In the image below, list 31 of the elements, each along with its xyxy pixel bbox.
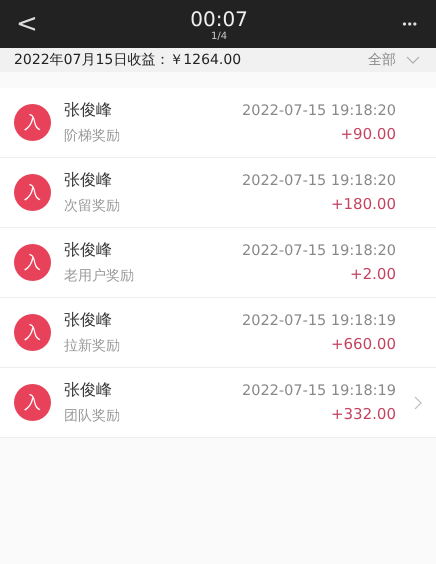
record-time: 2022-07-15 19:18:19 — [242, 312, 396, 328]
income-badge: 入 — [14, 244, 51, 281]
income-badge: 入 — [14, 384, 51, 421]
back-button[interactable]: < — [12, 9, 42, 39]
record-amount: +332.00 — [330, 404, 396, 422]
page-counter: 1/4 — [211, 30, 228, 42]
chevron-down-icon — [406, 56, 420, 64]
person-name: 张俊峰 — [64, 310, 112, 331]
record-time: 2022-07-15 19:18:20 — [242, 172, 396, 188]
reward-type: 次留奖励 — [64, 197, 120, 215]
record-amount: +90.00 — [340, 124, 396, 142]
more-button[interactable]: ••• — [396, 16, 424, 32]
record-time: 2022-07-15 19:18:19 — [242, 382, 396, 398]
income-badge: 入 — [14, 104, 51, 141]
record-time: 2022-07-15 19:18:20 — [242, 242, 396, 258]
daily-income: 2022年07月15日收益：￥1264.00 — [14, 51, 242, 69]
time-title: 00:07 — [190, 6, 248, 30]
record-time: 2022-07-15 19:18:20 — [242, 102, 396, 118]
record-amount: +2.00 — [350, 264, 396, 282]
income-badge: 入 — [14, 314, 51, 351]
person-name: 张俊峰 — [64, 170, 112, 191]
reward-type: 阶梯奖励 — [64, 127, 120, 145]
reward-type: 老用户奖励 — [64, 267, 134, 285]
income-badge: 入 — [14, 174, 51, 211]
person-name: 张俊峰 — [64, 240, 112, 261]
person-name: 张俊峰 — [64, 380, 112, 401]
reward-type: 团队奖励 — [64, 407, 120, 425]
record-amount: +660.00 — [330, 334, 396, 352]
reward-type: 拉新奖励 — [64, 337, 120, 355]
person-name: 张俊峰 — [64, 100, 112, 121]
record-amount: +180.00 — [330, 194, 396, 212]
